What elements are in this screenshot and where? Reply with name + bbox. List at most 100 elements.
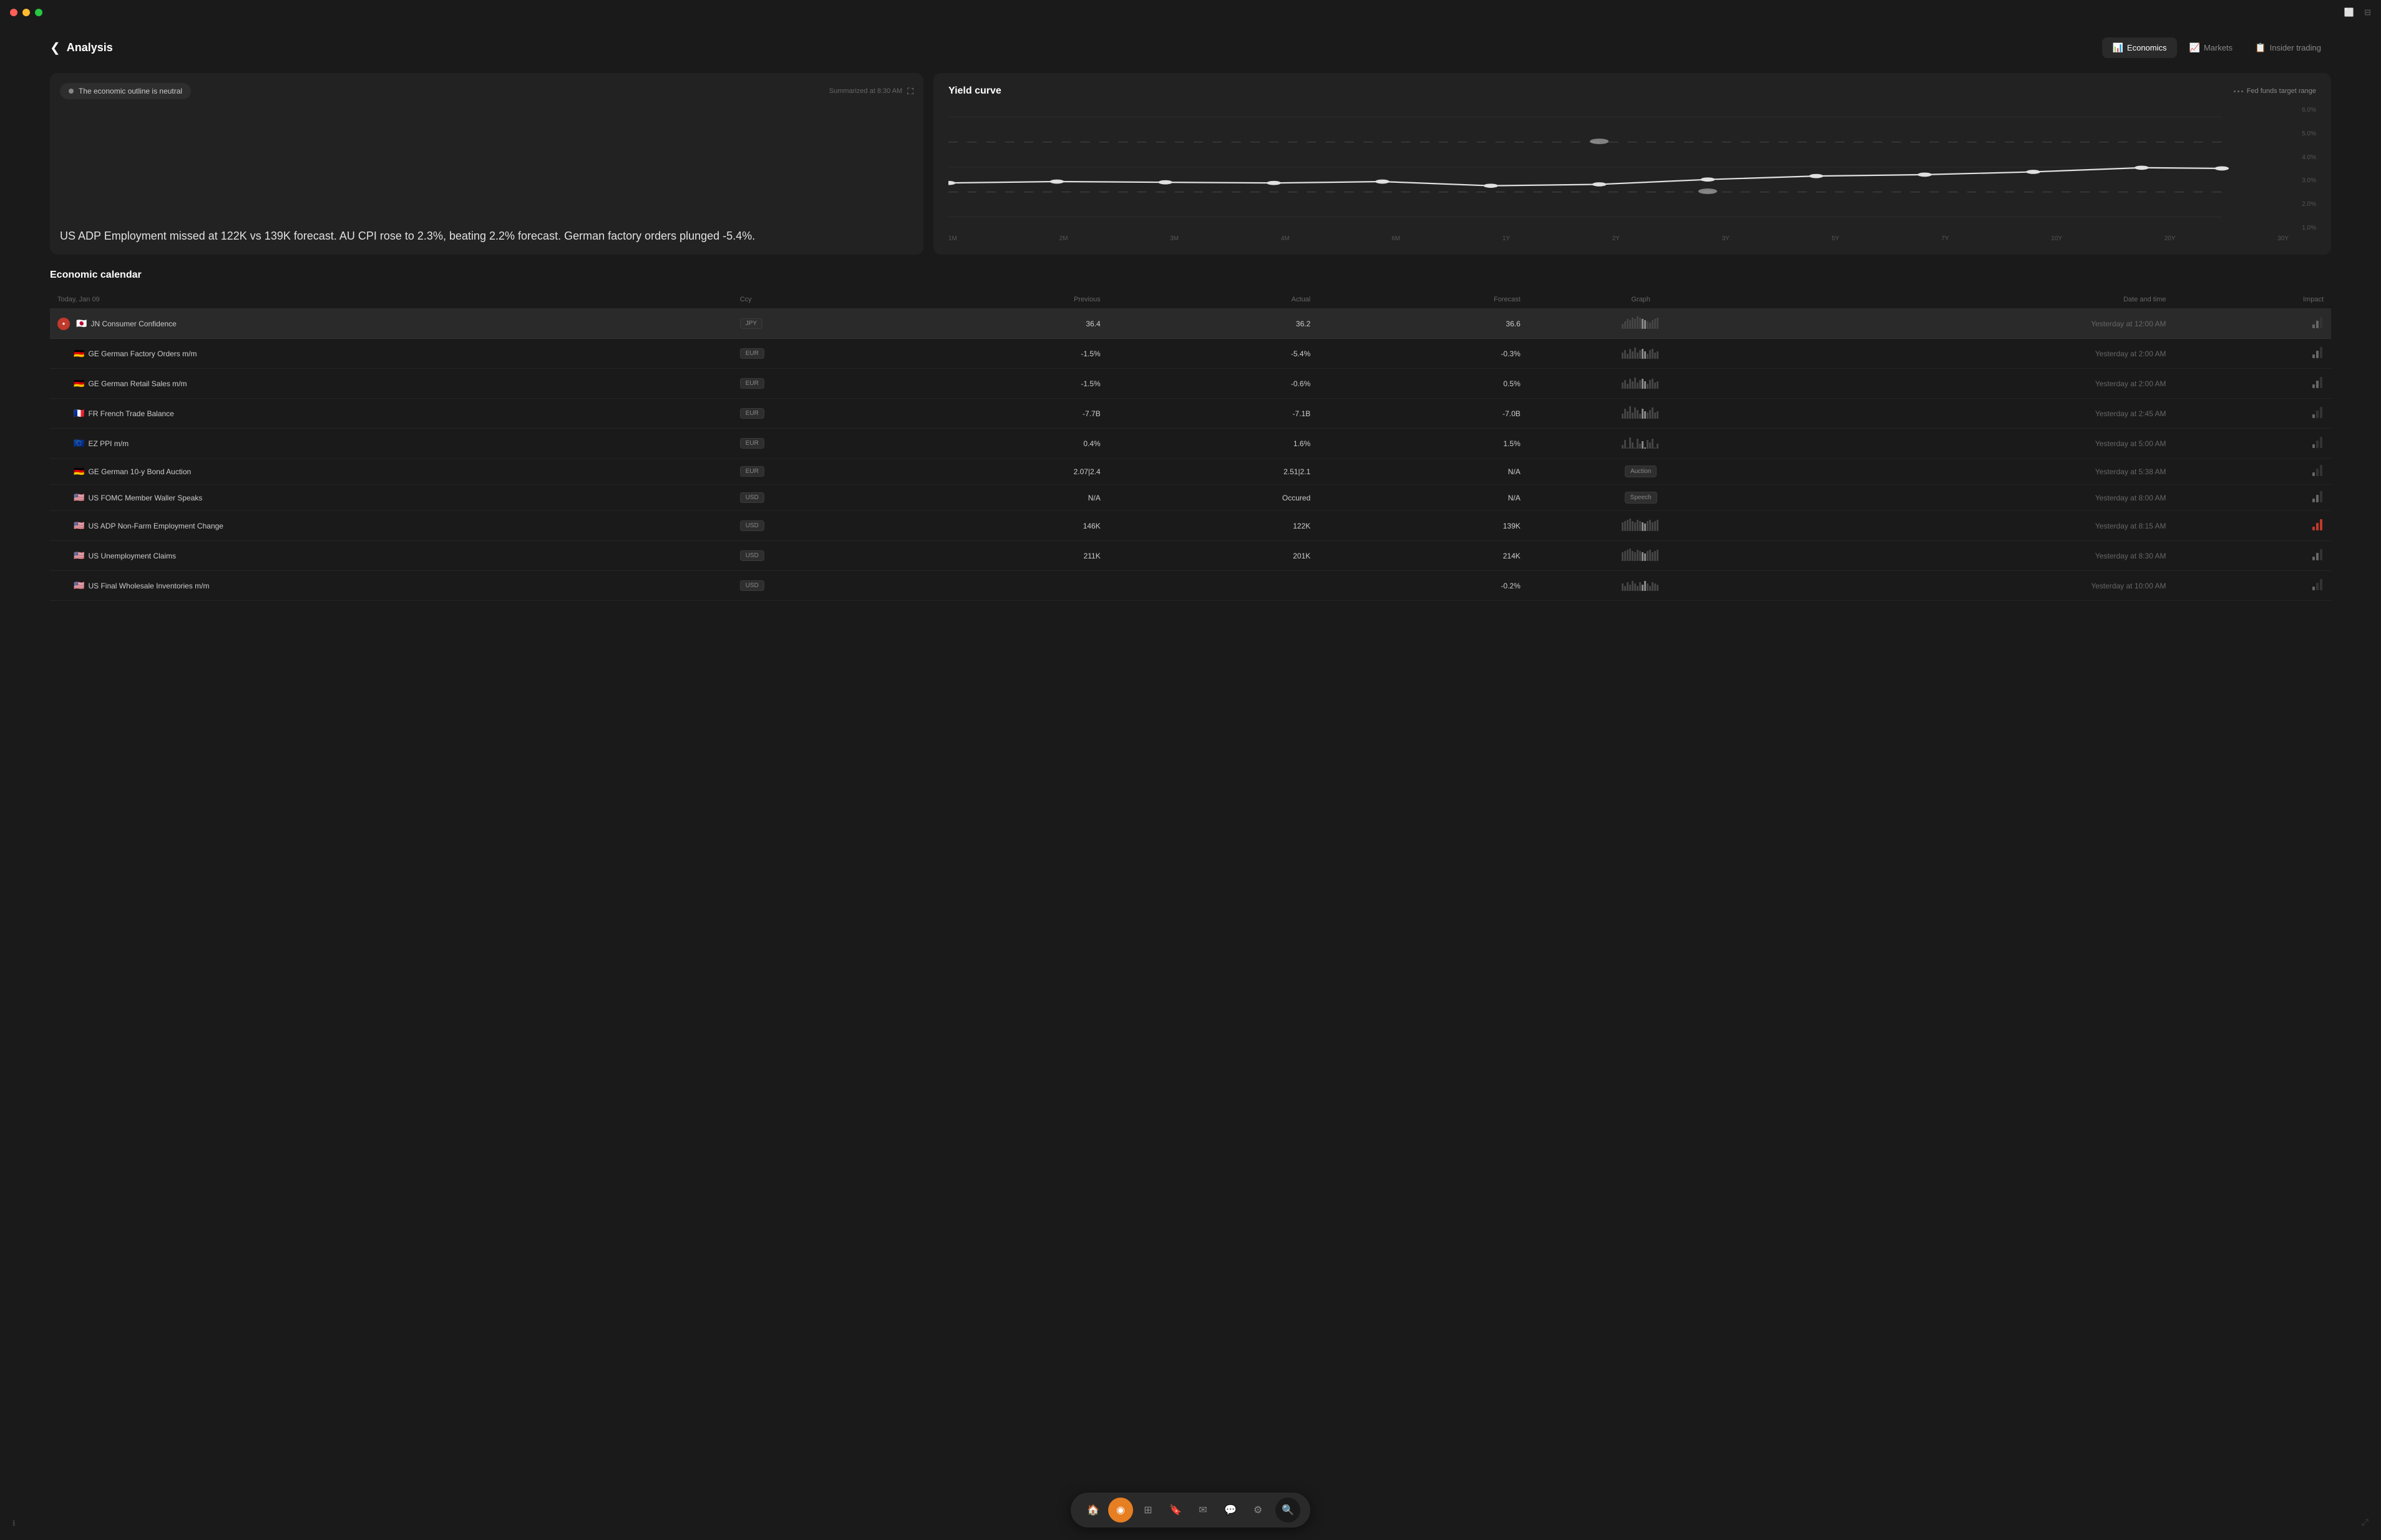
event-forecast: 214K: [1318, 541, 1528, 571]
event-graph: [1528, 571, 1754, 601]
event-name-cell: 🇪🇺 EZ PPI m/m: [50, 429, 733, 459]
sidebar-expand[interactable]: ⤢: [2362, 1517, 2369, 1528]
event-ccy: EUR: [733, 429, 898, 459]
event-previous: -1.5%: [898, 339, 1108, 369]
table-row[interactable]: 🇩🇪 GE German 10-y Bond Auction EUR 2.07|…: [50, 459, 2331, 485]
summary-card: The economic outline is neutral Summariz…: [50, 73, 923, 255]
event-impact: [2174, 429, 2331, 459]
tab-insider-label: Insider trading: [2270, 43, 2321, 52]
expand-icon[interactable]: ⛶: [907, 86, 913, 97]
event-actual: 201K: [1108, 541, 1318, 571]
table-row[interactable]: 🇺🇸 US Unemployment Claims USD 211K 201K …: [50, 541, 2331, 571]
event-name-cell: 🇺🇸 US Final Wholesale Inventories m/m: [50, 571, 733, 601]
event-ccy: USD: [733, 485, 898, 511]
insider-icon: 📋: [2255, 42, 2266, 53]
window-layout-icon[interactable]: ⬜: [2344, 7, 2354, 17]
event-previous: 2.07|2.4: [898, 459, 1108, 485]
event-ccy: USD: [733, 571, 898, 601]
dock-grid[interactable]: ⊞: [1136, 1498, 1161, 1523]
event-graph: [1528, 339, 1754, 369]
col-forecast: Forecast: [1318, 291, 1528, 309]
app-container: ❮ Analysis 📊 Economics 📈 Markets 📋 Insid…: [0, 25, 2381, 626]
event-actual: 36.2: [1108, 309, 1318, 339]
event-name-cell: 🇩🇪 GE German Factory Orders m/m: [50, 339, 733, 369]
summary-time-text: Summarized at 8:30 AM: [829, 87, 902, 95]
event-name-cell: 🇺🇸 US ADP Non-Farm Employment Change: [50, 511, 733, 541]
sidebar-info: ℹ: [12, 1519, 16, 1528]
ccy-badge: EUR: [740, 378, 764, 389]
tab-markets[interactable]: 📈 Markets: [2179, 37, 2243, 58]
event-datetime: Yesterday at 5:38 AM: [1754, 459, 2174, 485]
event-forecast: N/A: [1318, 459, 1528, 485]
event-name-cell: 🇩🇪 GE German 10-y Bond Auction: [50, 459, 733, 485]
event-graph: [1528, 399, 1754, 429]
event-label: US Unemployment Claims: [88, 552, 176, 560]
app-title: Analysis: [67, 41, 113, 54]
y-axis-labels: 6.0% 5.0% 4.0% 3.0% 2.0% 1.0%: [2291, 107, 2316, 231]
event-graph: [1528, 369, 1754, 399]
event-datetime: Yesterday at 5:00 AM: [1754, 429, 2174, 459]
event-forecast: 0.5%: [1318, 369, 1528, 399]
table-row[interactable]: 🇩🇪 GE German Factory Orders m/m EUR -1.5…: [50, 339, 2331, 369]
event-previous: 0.4%: [898, 429, 1108, 459]
dock-settings[interactable]: ⚙: [1245, 1498, 1270, 1523]
tab-economics[interactable]: 📊 Economics: [2102, 37, 2176, 58]
event-graph: [1528, 541, 1754, 571]
event-previous: 211K: [898, 541, 1108, 571]
close-button[interactable]: [10, 9, 17, 16]
event-previous: [898, 571, 1108, 601]
dock-chat[interactable]: 💬: [1218, 1498, 1243, 1523]
header: ❮ Analysis 📊 Economics 📈 Markets 📋 Insid…: [50, 25, 2331, 73]
table-row[interactable]: 🇫🇷 FR French Trade Balance EUR -7.7B -7.…: [50, 399, 2331, 429]
event-label: JN Consumer Confidence: [90, 319, 176, 328]
event-label: GE German Factory Orders m/m: [88, 349, 197, 358]
tab-insider-trading[interactable]: 📋 Insider trading: [2245, 37, 2331, 58]
col-actual: Actual: [1108, 291, 1318, 309]
dock-compass[interactable]: ◉: [1108, 1498, 1133, 1523]
dock-search[interactable]: 🔍: [1275, 1498, 1300, 1523]
event-impact: [2174, 399, 2331, 429]
event-impact: [2174, 541, 2331, 571]
table-row[interactable]: ● 🇯🇵 JN Consumer Confidence JPY 36.4 36.…: [50, 309, 2331, 339]
table-row[interactable]: 🇺🇸 US ADP Non-Farm Employment Change USD…: [50, 511, 2331, 541]
table-row[interactable]: 🇩🇪 GE German Retail Sales m/m EUR -1.5% …: [50, 369, 2331, 399]
minimize-button[interactable]: [22, 9, 30, 16]
window-split-icon[interactable]: ⊟: [2364, 7, 2371, 17]
ccy-badge: USD: [740, 580, 764, 591]
table-row[interactable]: 🇺🇸 US Final Wholesale Inventories m/m US…: [50, 571, 2331, 601]
yield-card: Yield curve Fed funds target range: [933, 73, 2331, 255]
event-name-cell: 🇫🇷 FR French Trade Balance: [50, 399, 733, 429]
event-label: US FOMC Member Waller Speaks: [88, 494, 202, 502]
x-axis-labels: 1M 2M 3M 4M 6M 1Y 2Y 3Y 5Y 7Y 10Y 20Y 30…: [948, 231, 2316, 242]
event-ccy: USD: [733, 511, 898, 541]
maximize-button[interactable]: [35, 9, 42, 16]
event-impact: [2174, 571, 2331, 601]
event-label: FR French Trade Balance: [88, 409, 173, 418]
event-name-cell: 🇩🇪 GE German Retail Sales m/m: [50, 369, 733, 399]
table-row[interactable]: 🇺🇸 US FOMC Member Waller Speaks USD N/A …: [50, 485, 2331, 511]
event-impact: [2174, 339, 2331, 369]
summary-body: US ADP Employment missed at 122K vs 139K…: [60, 109, 913, 245]
event-ccy: EUR: [733, 369, 898, 399]
ccy-badge: JPY: [740, 318, 762, 329]
dock-mail[interactable]: ✉: [1190, 1498, 1215, 1523]
summary-time: Summarized at 8:30 AM ⛶: [829, 86, 913, 97]
event-name-cell: 🇺🇸 US FOMC Member Waller Speaks: [50, 485, 733, 511]
event-datetime: Yesterday at 2:45 AM: [1754, 399, 2174, 429]
col-graph: Graph: [1528, 291, 1754, 309]
col-datetime: Date and time: [1754, 291, 2174, 309]
event-actual: -7.1B: [1108, 399, 1318, 429]
dock-home[interactable]: 🏠: [1081, 1498, 1106, 1523]
event-previous: N/A: [898, 485, 1108, 511]
event-label: US Final Wholesale Inventories m/m: [88, 582, 209, 590]
calendar-title: Economic calendar: [50, 270, 2331, 281]
calendar-table: Today, Jan 09 Ccy Previous Actual Foreca…: [50, 291, 2331, 601]
event-name-cell: 🇺🇸 US Unemployment Claims: [50, 541, 733, 571]
event-actual: [1108, 571, 1318, 601]
table-row[interactable]: 🇪🇺 EZ PPI m/m EUR 0.4% 1.6% 1.5% Yesterd…: [50, 429, 2331, 459]
dock-bookmark[interactable]: 🔖: [1163, 1498, 1188, 1523]
event-graph: Auction: [1528, 459, 1754, 485]
event-forecast: N/A: [1318, 485, 1528, 511]
titlebar: ⬜ ⊟: [0, 0, 2381, 25]
ccy-badge: USD: [740, 550, 764, 561]
